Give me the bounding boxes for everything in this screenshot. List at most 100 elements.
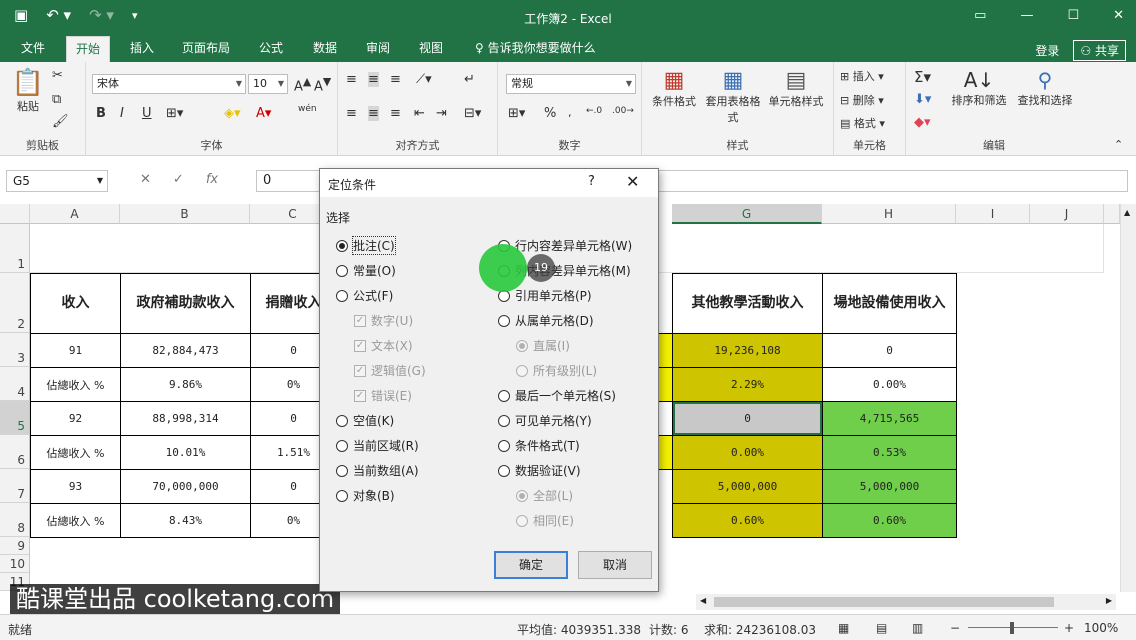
table-cell[interactable]: 0.60% bbox=[672, 503, 823, 538]
close-icon[interactable]: ✕ bbox=[626, 172, 639, 191]
sort-filter-button[interactable]: A↓ 排序和筛选 bbox=[946, 68, 1012, 108]
table-cell[interactable]: 5,000,000 bbox=[672, 469, 823, 504]
table-cell[interactable]: 佔總收入 % bbox=[30, 503, 121, 538]
align-left-icon[interactable]: ≡ bbox=[346, 106, 357, 121]
table-cell[interactable]: 4,715,565 bbox=[822, 401, 957, 436]
delete-cells-button[interactable]: ⊟ 删除 ▾ bbox=[840, 92, 884, 108]
row-header-2[interactable]: 2 bbox=[0, 273, 30, 333]
table-cell[interactable]: 0.00% bbox=[672, 435, 823, 470]
option-objects[interactable]: 对象(B) bbox=[336, 487, 395, 504]
align-right-icon[interactable]: ≡ bbox=[390, 106, 401, 121]
table-cell[interactable]: 0.53% bbox=[822, 435, 957, 470]
share-button[interactable]: ⚇ 共享 bbox=[1073, 40, 1126, 61]
collapse-ribbon-icon[interactable]: ⌃ bbox=[1114, 138, 1123, 151]
row-header-7[interactable]: 7 bbox=[0, 469, 30, 503]
option-visible-cells[interactable]: 可见单元格(Y) bbox=[498, 412, 592, 429]
autosum-icon[interactable]: Σ▾ bbox=[914, 68, 931, 86]
row-header-6[interactable]: 6 bbox=[0, 435, 30, 469]
wrap-text-icon[interactable]: ↵ bbox=[464, 72, 475, 87]
close-icon[interactable]: ✕ bbox=[1113, 8, 1124, 23]
zoom-level[interactable]: 100% bbox=[1084, 621, 1118, 635]
table-cell[interactable]: 10.01% bbox=[120, 435, 251, 470]
option-constants[interactable]: 常量(O) bbox=[336, 262, 396, 279]
font-color-icon[interactable]: A▾ bbox=[256, 106, 271, 121]
option-comments[interactable]: 批注(C) bbox=[336, 236, 396, 255]
header-cell[interactable]: 場地設備使用收入 bbox=[822, 273, 957, 334]
table-cell[interactable]: 佔總收入 % bbox=[30, 435, 121, 470]
page-break-view-icon[interactable]: ▥ bbox=[912, 621, 923, 635]
row-header-8[interactable]: 8 bbox=[0, 503, 30, 537]
scroll-up-icon[interactable]: ▲ bbox=[1124, 208, 1130, 217]
cell-styles-button[interactable]: ▤ 单元格样式 bbox=[762, 68, 830, 109]
option-formulas[interactable]: 公式(F) bbox=[336, 287, 393, 304]
option-current-array[interactable]: 当前数组(A) bbox=[336, 462, 419, 479]
option-direct-only[interactable]: 直属(I) bbox=[516, 337, 570, 354]
table-cell[interactable]: 88,998,314 bbox=[120, 401, 251, 436]
align-bottom-icon[interactable]: ≡ bbox=[390, 72, 401, 87]
merge-center-icon[interactable]: ⊟▾ bbox=[464, 106, 481, 121]
table-cell[interactable]: 0 bbox=[822, 333, 957, 368]
font-size-select[interactable]: 10 ▼ bbox=[248, 74, 288, 94]
checkbox-numbers[interactable]: ✓ 数字(U) bbox=[354, 312, 413, 329]
align-center-icon[interactable]: ≡ bbox=[368, 106, 379, 121]
option-data-validation[interactable]: 数据验证(V) bbox=[498, 462, 581, 479]
cancel-icon[interactable]: ✕ bbox=[140, 172, 151, 187]
format-as-table-button[interactable]: ▦ 套用表格格式 bbox=[702, 68, 764, 125]
checkbox-errors[interactable]: ✓ 错误(E) bbox=[354, 387, 412, 404]
format-cells-button[interactable]: ▤ 格式 ▾ bbox=[840, 115, 885, 131]
table-cell[interactable]: 0.60% bbox=[822, 503, 957, 538]
increase-font-icon[interactable]: A▲ bbox=[294, 75, 311, 94]
paste-button[interactable]: 📋 粘贴 bbox=[10, 68, 46, 114]
table-cell[interactable]: 91 bbox=[30, 333, 121, 368]
help-icon[interactable]: ? bbox=[588, 174, 595, 189]
ok-button[interactable]: 确定 bbox=[494, 551, 568, 579]
increase-indent-icon[interactable]: ⇥ bbox=[436, 106, 447, 121]
tab-file[interactable]: 文件 bbox=[12, 36, 54, 62]
row-header-1[interactable]: 1 bbox=[0, 224, 30, 273]
column-header-i[interactable]: I bbox=[956, 204, 1030, 224]
name-box[interactable]: G5 ▼ bbox=[6, 170, 108, 192]
table-cell[interactable]: 92 bbox=[30, 401, 121, 436]
tab-view[interactable]: 视图 bbox=[410, 36, 452, 62]
row-header-5[interactable]: 5 bbox=[0, 401, 30, 435]
tab-review[interactable]: 审阅 bbox=[357, 36, 399, 62]
header-cell[interactable]: 收入 bbox=[30, 273, 121, 334]
tab-data[interactable]: 数据 bbox=[304, 36, 346, 62]
copy-icon[interactable]: ⧉ bbox=[52, 92, 61, 107]
table-cell[interactable]: 5,000,000 bbox=[822, 469, 957, 504]
option-current-region[interactable]: 当前区域(R) bbox=[336, 437, 419, 454]
minimize-icon[interactable]: — bbox=[1020, 8, 1033, 23]
sign-in-link[interactable]: 登录 bbox=[1035, 42, 1059, 59]
active-cell-g5[interactable]: 0 bbox=[672, 401, 823, 436]
number-format-select[interactable]: 常规 ▼ bbox=[506, 74, 636, 94]
select-all-corner[interactable] bbox=[0, 204, 30, 224]
table-cell[interactable]: 82,884,473 bbox=[120, 333, 251, 368]
table-cell[interactable]: 93 bbox=[30, 469, 121, 504]
phonetic-icon[interactable]: wén bbox=[298, 104, 317, 114]
row-header-4[interactable]: 4 bbox=[0, 367, 30, 401]
format-painter-icon[interactable]: 🖌 bbox=[52, 114, 69, 129]
maximize-icon[interactable]: ☐ bbox=[1067, 8, 1079, 23]
checkbox-logicals[interactable]: ✓ 逻辑值(G) bbox=[354, 362, 426, 379]
insert-cells-button[interactable]: ⊞ 插入 ▾ bbox=[840, 68, 884, 84]
horizontal-scrollbar[interactable]: ◀ ▶ bbox=[696, 594, 1116, 610]
page-layout-view-icon[interactable]: ▤ bbox=[876, 621, 887, 635]
column-header-b[interactable]: B bbox=[120, 204, 250, 224]
tab-insert[interactable]: 插入 bbox=[121, 36, 163, 62]
zoom-out-icon[interactable]: − bbox=[950, 621, 960, 635]
italic-button[interactable]: I bbox=[120, 106, 124, 121]
option-validation-all[interactable]: 全部(L) bbox=[516, 487, 573, 504]
clear-icon[interactable]: ◆▾ bbox=[914, 115, 931, 130]
bold-button[interactable]: B bbox=[96, 106, 106, 121]
enter-icon[interactable]: ✓ bbox=[173, 172, 184, 187]
cut-icon[interactable]: ✂ bbox=[52, 68, 63, 83]
increase-decimal-icon[interactable]: ←.0 bbox=[586, 106, 602, 116]
scroll-thumb[interactable] bbox=[714, 597, 1054, 607]
fill-color-icon[interactable]: ◈▾ bbox=[224, 106, 241, 121]
currency-icon[interactable]: ⊞▾ bbox=[508, 106, 525, 121]
tab-formulas[interactable]: 公式 bbox=[250, 36, 292, 62]
comma-style-icon[interactable]: , bbox=[568, 106, 572, 119]
table-cell[interactable]: 70,000,000 bbox=[120, 469, 251, 504]
ribbon-display-icon[interactable]: ▭ bbox=[974, 8, 986, 23]
row-header-3[interactable]: 3 bbox=[0, 333, 30, 367]
